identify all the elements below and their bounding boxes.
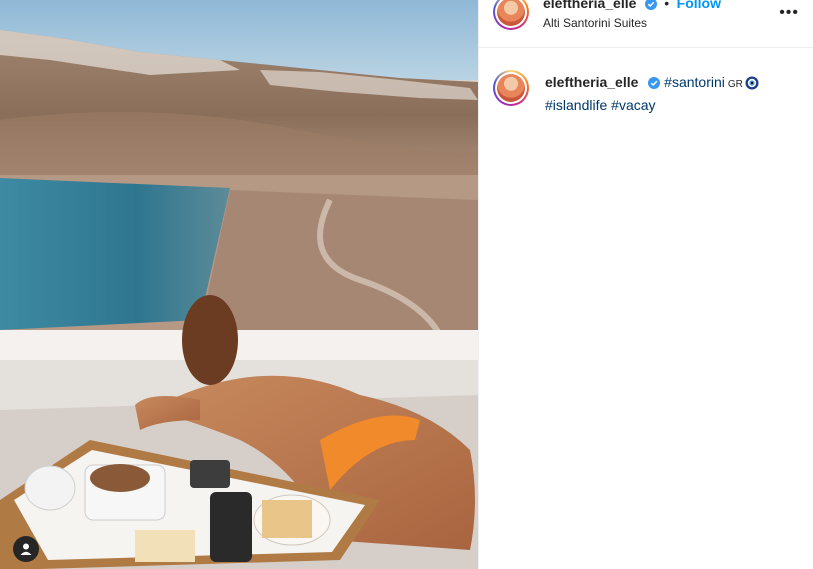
verified-badge-icon xyxy=(648,77,661,90)
person-icon xyxy=(20,543,32,555)
post-photo[interactable] xyxy=(0,0,478,569)
caption-avatar[interactable] xyxy=(493,70,529,106)
caption: eleftheria_elle #santorini GR #islandlife… xyxy=(545,72,795,115)
post-header: eleftheria_elle • Follow Alti Santorini … xyxy=(479,0,813,48)
user-tag-button[interactable] xyxy=(13,536,39,562)
photo-illustration xyxy=(0,0,478,569)
hashtag-islandlife[interactable]: #islandlife xyxy=(545,97,607,113)
caption-username[interactable]: eleftheria_elle xyxy=(545,74,638,90)
avatar-image xyxy=(497,74,525,102)
post-side-panel: eleftheria_elle • Follow Alti Santorini … xyxy=(478,0,813,569)
more-options-button[interactable]: ••• xyxy=(779,4,799,22)
nazar-eye-icon xyxy=(745,76,759,90)
verified-badge-icon xyxy=(644,0,657,10)
follow-button[interactable]: Follow xyxy=(677,0,721,11)
flag-text: GR xyxy=(727,79,743,90)
location-link[interactable]: Alti Santorini Suites xyxy=(543,16,647,30)
header-username[interactable]: eleftheria_elle xyxy=(543,0,636,11)
hashtag-vacay[interactable]: #vacay xyxy=(611,97,655,113)
avatar-image xyxy=(497,0,525,26)
header-avatar[interactable] xyxy=(493,0,529,30)
separator-dot: • xyxy=(664,0,670,11)
header-user-line: eleftheria_elle • Follow xyxy=(543,0,721,13)
hashtag-santorini[interactable]: #santorini xyxy=(664,74,725,90)
